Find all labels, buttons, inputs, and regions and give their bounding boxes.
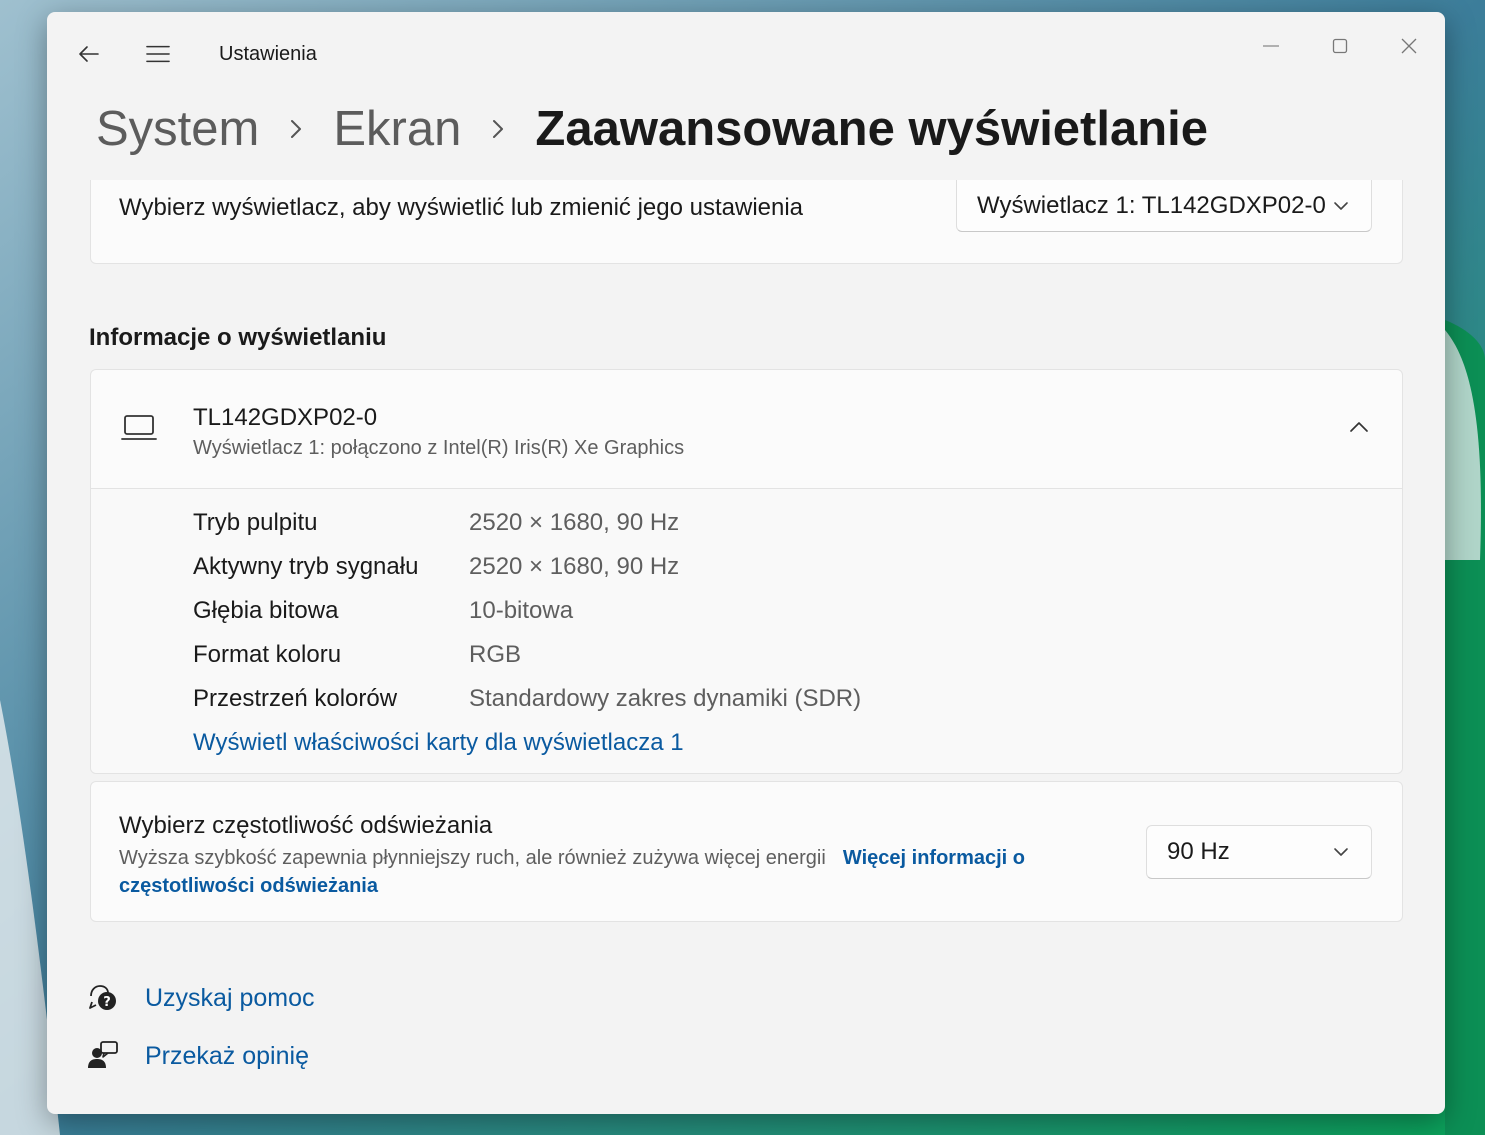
minimize-button[interactable] [1248,28,1294,64]
info-value-color-format: RGB [469,641,522,668]
minimize-icon [1263,45,1279,47]
refresh-rate-description-block: Wyższa szybkość zapewnia płynniejszy ruc… [119,844,1079,900]
info-value-desktop-mode: 2520 × 1680, 90 Hz [469,509,680,536]
refresh-rate-info-link-cont[interactable]: częstotliwości odświeżania [119,875,378,897]
info-label-color-space: Przestrzeń kolorów [193,685,398,712]
refresh-rate-title: Wybierz częstotliwość odświeżania [119,812,493,839]
feedback-label: Przekaż opinię [145,1041,309,1070]
page-title: Zaawansowane wyświetlanie [535,102,1209,156]
refresh-rate-dropdown[interactable]: 90 Hz [1146,825,1372,879]
breadcrumb-item-system[interactable]: System [96,101,259,157]
adapter-properties-link[interactable]: Wyświetl właściwości karty dla wyświetla… [193,729,684,757]
info-label-desktop-mode: Tryb pulpitu [193,509,318,536]
help-chat-icon: ? [87,982,119,1014]
app-title: Ustawienia [219,43,317,65]
maximize-button[interactable] [1317,28,1363,64]
monitor-name: TL142GDXP02-0 [193,404,378,431]
display-select-dropdown[interactable]: Wyświetlacz 1: TL142GDXP02-0 [956,180,1372,232]
info-value-color-space: Standardowy zakres dynamiki (SDR) [469,685,862,712]
info-value-active-signal: 2520 × 1680, 90 Hz [469,553,680,580]
chevron-down-icon [1333,847,1349,857]
get-help-link[interactable]: ? Uzyskaj pomoc [87,982,315,1014]
select-display-label: Wybierz wyświetlacz, aby wyświetlić lub … [119,194,804,221]
refresh-rate-card: Wybierz częstotliwość odświeżania Wyższa… [90,781,1403,922]
breadcrumb-item-ekran[interactable]: Ekran [333,101,461,157]
monitor-connection: Wyświetlacz 1: połączono z Intel(R) Iris… [193,437,685,459]
select-display-card: Wybierz wyświetlacz, aby wyświetlić lub … [90,180,1403,264]
display-info-card: TL142GDXP02-0 Wyświetlacz 1: połączono z… [90,369,1403,774]
refresh-rate-info-link[interactable]: Więcej informacji o [843,847,1025,869]
chevron-right-icon [289,118,303,140]
maximize-icon [1332,38,1348,54]
info-label-bit-depth: Głębia bitowa [193,597,339,624]
feedback-icon [87,1040,119,1072]
info-value-bit-depth: 10-bitowa [469,597,574,624]
display-info-details: Tryb pulpitu 2520 × 1680, 90 Hz Aktywny … [91,489,1402,773]
chevron-up-icon[interactable] [1349,420,1369,438]
settings-window: Ustawienia System Ekran Zaawansowane wyś… [47,12,1445,1114]
close-button[interactable] [1386,28,1432,64]
menu-button[interactable] [146,42,170,66]
title-bar: Ustawienia [47,12,1445,92]
chevron-down-icon [1333,201,1349,211]
hamburger-icon [146,45,170,63]
breadcrumb: System Ekran Zaawansowane wyświetlanie [96,94,1208,164]
section-title-display-info: Informacje o wyświetlaniu [89,324,387,351]
refresh-rate-value: 90 Hz [1167,838,1230,865]
display-info-header[interactable]: TL142GDXP02-0 Wyświetlacz 1: połączono z… [91,370,1402,489]
feedback-link[interactable]: Przekaż opinię [87,1040,309,1072]
display-select-value: Wyświetlacz 1: TL142GDXP02-0 [977,191,1326,219]
back-arrow-icon [79,46,99,62]
info-label-color-format: Format koloru [193,641,342,668]
refresh-rate-description: Wyższa szybkość zapewnia płynniejszy ruc… [119,847,826,869]
close-icon [1401,38,1417,54]
laptop-icon [121,414,157,447]
back-button[interactable] [77,42,101,66]
svg-text:?: ? [103,995,111,1010]
chevron-right-icon [491,118,505,140]
info-label-active-signal: Aktywny tryb sygnału [193,553,419,580]
get-help-label: Uzyskaj pomoc [145,983,315,1012]
